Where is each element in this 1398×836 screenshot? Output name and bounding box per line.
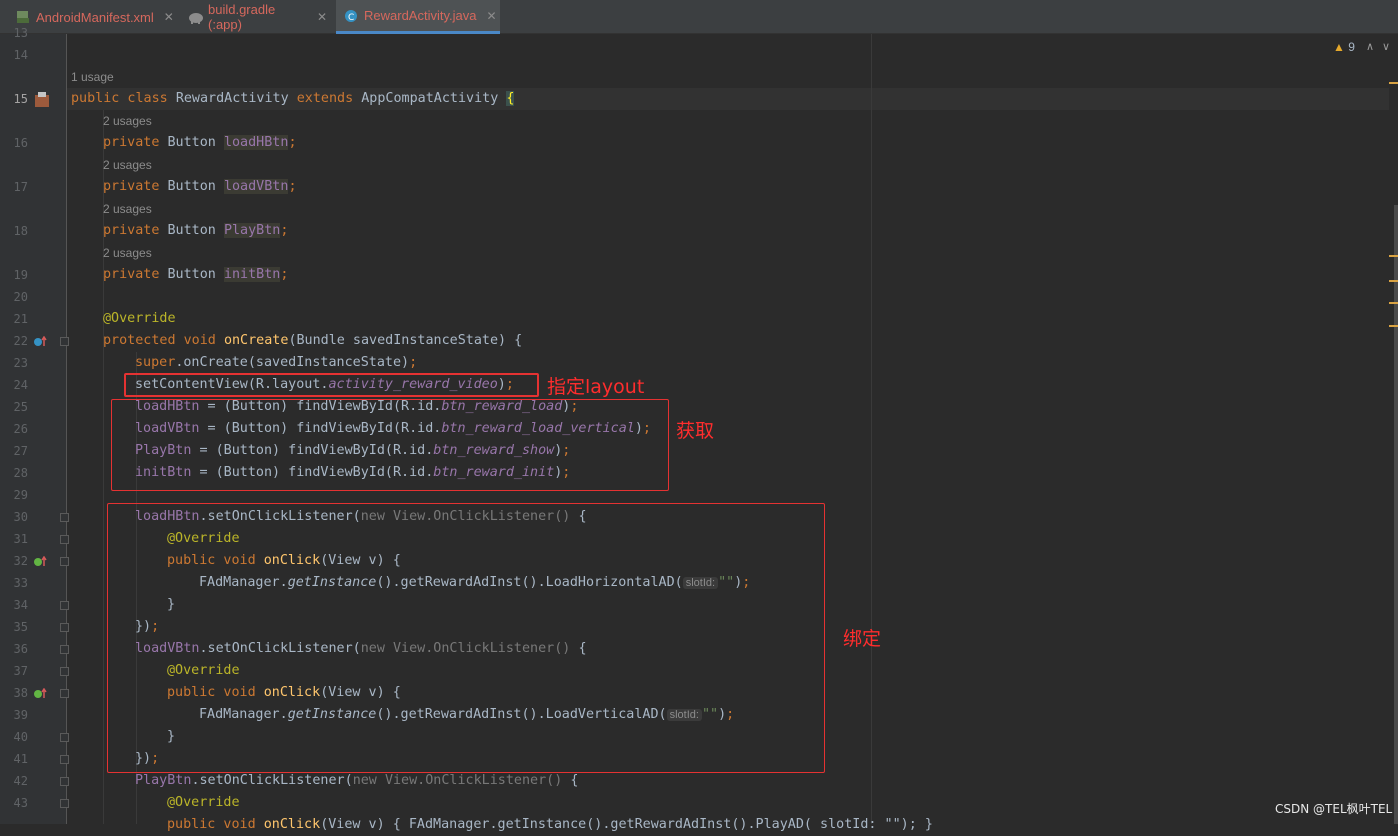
- line-number: 15: [13, 92, 28, 106]
- previous-highlight-icon[interactable]: ∧: [1366, 40, 1374, 53]
- annotation-bind-note: 绑定: [843, 628, 882, 650]
- line-number: 26: [13, 422, 28, 436]
- line-number: 27: [13, 444, 28, 458]
- fold-marker[interactable]: [60, 689, 69, 698]
- line-number: 41: [13, 752, 28, 766]
- warning-icon: ▲: [1333, 40, 1345, 54]
- line-number: 16: [13, 136, 28, 150]
- tab-build-gradle[interactable]: build.gradle (:app) ✕: [180, 0, 335, 34]
- annotation-box-layout: [124, 373, 539, 397]
- tab-label: build.gradle (:app): [208, 2, 276, 32]
- fold-marker[interactable]: [60, 777, 69, 786]
- line-number: 42: [13, 774, 28, 788]
- editor-tab-bar: AndroidManifest.xml ✕ build.gradle (:app…: [0, 0, 1398, 34]
- fold-marker[interactable]: [60, 645, 69, 654]
- usage-hint[interactable]: 2 usages: [103, 202, 152, 216]
- warning-stripe-mark[interactable]: [1389, 302, 1398, 304]
- implement-method-icon[interactable]: [33, 687, 49, 703]
- annotation-box-get: [111, 399, 669, 491]
- gutter-divider: [66, 34, 67, 824]
- code-line-21: @Override: [103, 311, 176, 326]
- warning-stripe-mark[interactable]: [1389, 325, 1398, 327]
- code-line-19: private Button initBtn;: [103, 267, 289, 282]
- line-number: 33: [13, 576, 28, 590]
- fold-marker[interactable]: [60, 601, 69, 610]
- code-line-17: private Button loadVBtn;: [103, 179, 297, 194]
- line-number: 19: [13, 268, 28, 282]
- code-line-15: public class RewardActivity extends AppC…: [71, 91, 515, 106]
- line-number: 28: [13, 466, 28, 480]
- code-line-22: protected void onCreate(Bundle savedInst…: [103, 333, 523, 348]
- code-line-43: @Override: [167, 795, 240, 810]
- gradle-elephant-icon: [188, 10, 203, 24]
- java-class-icon: C: [344, 9, 358, 23]
- fold-marker[interactable]: [60, 337, 69, 346]
- usage-hint[interactable]: 2 usages: [103, 114, 152, 128]
- line-number: 34: [13, 598, 28, 612]
- line-number: 35: [13, 620, 28, 634]
- line-number: 13: [13, 26, 28, 40]
- warning-stripe-mark[interactable]: [1389, 255, 1398, 257]
- annotation-get-note: 获取: [676, 420, 715, 442]
- fold-marker[interactable]: [60, 623, 69, 632]
- annotation-layout-note: 指定layout: [547, 376, 645, 398]
- code-line-44: public void onClick(View v) { FAdManager…: [167, 817, 933, 832]
- line-number: 24: [13, 378, 28, 392]
- line-number: 36: [13, 642, 28, 656]
- line-number: 38: [13, 686, 28, 700]
- fold-marker[interactable]: [60, 755, 69, 764]
- line-number: 37: [13, 664, 28, 678]
- override-method-icon[interactable]: [33, 335, 49, 351]
- fold-marker[interactable]: [60, 535, 69, 544]
- code-line-18: private Button PlayBtn;: [103, 223, 289, 238]
- scrollbar-thumb[interactable]: [1394, 205, 1398, 824]
- line-number: 17: [13, 180, 28, 194]
- line-number: 25: [13, 400, 28, 414]
- line-number: 23: [13, 356, 28, 370]
- close-icon[interactable]: ✕: [486, 9, 496, 23]
- line-number: 29: [13, 488, 28, 502]
- fold-marker[interactable]: [60, 557, 69, 566]
- line-number: 21: [13, 312, 28, 326]
- line-number: 40: [13, 730, 28, 744]
- svg-text:C: C: [348, 13, 354, 23]
- fold-marker[interactable]: [60, 667, 69, 676]
- line-number: 43: [13, 796, 28, 810]
- code-line-23: super.onCreate(savedInstanceState);: [135, 355, 418, 370]
- line-number: 31: [13, 532, 28, 546]
- close-icon[interactable]: ✕: [164, 10, 174, 24]
- line-number: 39: [13, 708, 28, 722]
- tab-androidmanifest[interactable]: AndroidManifest.xml ✕: [8, 0, 180, 34]
- close-icon[interactable]: ✕: [317, 10, 327, 24]
- android-activity-icon[interactable]: [34, 92, 50, 111]
- fold-marker[interactable]: [60, 799, 69, 808]
- annotation-box-bind: [107, 503, 825, 773]
- tab-rewardactivity[interactable]: C RewardActivity.java ✕: [336, 0, 500, 34]
- line-number: 32: [13, 554, 28, 568]
- line-number: 14: [13, 48, 28, 62]
- tab-label: RewardActivity.java: [364, 8, 477, 23]
- line-number: 20: [13, 290, 28, 304]
- line-number: 18: [13, 224, 28, 238]
- warning-stripe-mark[interactable]: [1389, 82, 1398, 84]
- fold-marker[interactable]: [60, 513, 69, 522]
- line-number: 22: [13, 334, 28, 348]
- code-line-16: private Button loadHBtn;: [103, 135, 297, 150]
- implement-method-icon[interactable]: [33, 555, 49, 571]
- usage-hint[interactable]: 2 usages: [103, 158, 152, 172]
- inspection-widget[interactable]: ▲ 9: [1333, 40, 1355, 54]
- fold-marker[interactable]: [60, 733, 69, 742]
- usage-hint[interactable]: 2 usages: [103, 246, 152, 260]
- warning-count: 9: [1348, 40, 1355, 54]
- tab-label: AndroidManifest.xml: [36, 9, 154, 25]
- watermark: CSDN @TEL枫叶TEL: [1275, 802, 1393, 816]
- usage-hint[interactable]: 1 usage: [71, 70, 114, 84]
- code-line-42: PlayBtn.setOnClickListener(new View.OnCl…: [135, 773, 579, 788]
- warning-stripe-mark[interactable]: [1389, 280, 1398, 282]
- line-number: 30: [13, 510, 28, 524]
- xml-file-icon: [16, 10, 30, 24]
